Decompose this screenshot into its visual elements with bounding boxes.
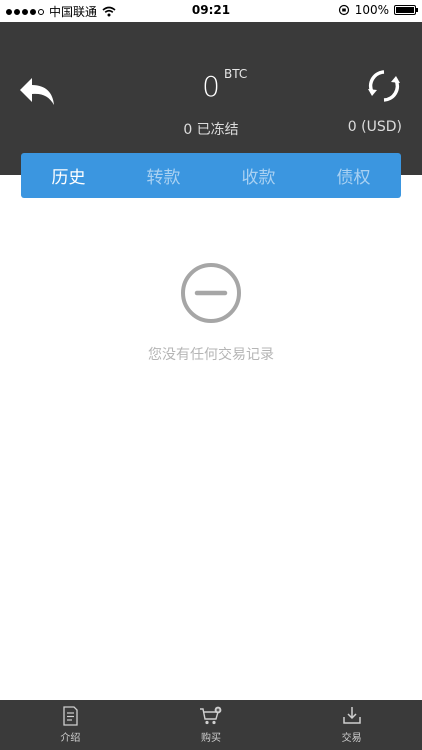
battery-percent: 100% [354, 3, 389, 17]
nav-trade-label: 交易 [341, 733, 362, 744]
minus-circle-icon [181, 263, 241, 323]
status-bar: 中国联通 09:21 100% [0, 0, 422, 22]
orientation-lock-icon [338, 4, 349, 16]
usd-value: 0 (USD) [347, 119, 402, 135]
balance-display: 0 BTC [0, 67, 422, 103]
nav-buy[interactable]: 购买 [141, 700, 282, 750]
balance-unit: BTC [224, 67, 248, 81]
document-icon [63, 706, 78, 726]
refresh-icon [368, 70, 400, 102]
balance-amount: 0 [202, 70, 220, 103]
battery-icon [394, 5, 418, 15]
tab-history[interactable]: 历史 [21, 163, 116, 188]
tab-transfer[interactable]: 转款 [116, 163, 211, 188]
nav-intro[interactable]: 介绍 [0, 700, 141, 750]
refresh-button[interactable] [366, 68, 402, 104]
nav-intro-label: 介绍 [60, 733, 81, 744]
tab-debt[interactable]: 债权 [306, 163, 401, 188]
empty-state-message: 您没有任何交易记录 [148, 347, 274, 363]
cart-icon [200, 706, 222, 725]
download-tray-icon [342, 707, 361, 724]
tab-bar: 历史 转款 收款 债权 [21, 153, 401, 198]
status-right: 100% [338, 3, 418, 17]
nav-buy-label: 购买 [201, 733, 221, 744]
tab-receive[interactable]: 收款 [211, 163, 306, 188]
nav-trade[interactable]: 交易 [281, 700, 422, 750]
bottom-nav: 介绍 购买 交易 [0, 700, 422, 750]
